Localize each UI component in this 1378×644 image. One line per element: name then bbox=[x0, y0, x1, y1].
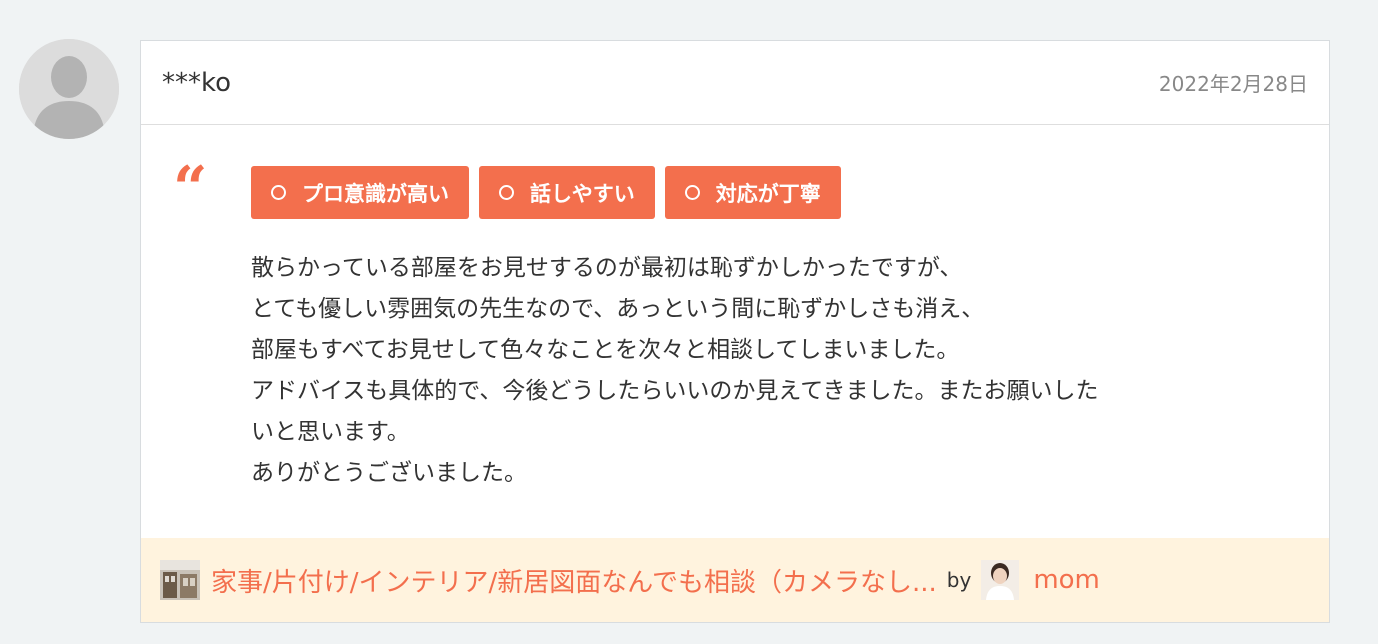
service-footer: 家事/片付け/インテリア/新居図面なんでも相談（カメラなし... by mom bbox=[141, 538, 1329, 622]
review-line: 部屋もすべてお見せして色々なことを次々と相談してしまいました。 bbox=[251, 337, 960, 363]
service-title-link[interactable]: 家事/片付け/インテリア/新居図面なんでも相談（カメラなし... bbox=[211, 562, 937, 599]
tag-easy-to-talk: 話しやすい bbox=[479, 166, 655, 219]
provider-name-link[interactable]: mom bbox=[1033, 565, 1100, 595]
circle-icon bbox=[684, 185, 700, 200]
circle-icon bbox=[271, 185, 286, 200]
circle-icon bbox=[499, 185, 514, 200]
review-body: 散らかっている部屋をお見せするのが最初は恥ずかしかったですが、 とても優しい雰囲… bbox=[251, 248, 1291, 494]
room-image-icon bbox=[160, 560, 200, 600]
tag-label: 話しやすい bbox=[530, 181, 635, 206]
default-user-icon bbox=[19, 39, 119, 139]
review-line: ありがとうございました。 bbox=[251, 460, 527, 486]
review-line: アドバイスも具体的で、今後どうしたらいいのか見えてきました。またお願いした bbox=[251, 378, 1099, 404]
review-line: 散らかっている部屋をお見せするのが最初は恥ずかしかったですが、 bbox=[251, 255, 963, 281]
review-header: ***ko 2022年2月28日 bbox=[141, 41, 1329, 125]
reviewer-name: ***ko bbox=[162, 68, 232, 98]
provider-photo-icon bbox=[981, 560, 1020, 600]
review-date: 2022年2月28日 bbox=[1158, 72, 1308, 96]
tag-polite: 対応が丁寧 bbox=[664, 166, 841, 219]
review-card: ***ko 2022年2月28日 “ プロ意識が高い 話しやすい 対応が丁寧 散… bbox=[140, 40, 1330, 623]
tag-label: プロ意識が高い bbox=[302, 181, 449, 206]
provider-avatar[interactable] bbox=[981, 560, 1020, 600]
review-tags: プロ意識が高い 話しやすい 対応が丁寧 bbox=[251, 166, 841, 219]
by-label: by bbox=[946, 568, 972, 592]
service-thumbnail[interactable] bbox=[160, 560, 200, 600]
reviewer-avatar bbox=[19, 39, 119, 139]
tag-label: 対応が丁寧 bbox=[715, 181, 821, 206]
review-line: いと思います。 bbox=[251, 419, 410, 445]
tag-professional: プロ意識が高い bbox=[251, 166, 469, 219]
quote-icon: “ bbox=[173, 154, 208, 224]
review-line: とても優しい雰囲気の先生なので、あっという間に恥ずかしさも消え、 bbox=[251, 296, 985, 322]
